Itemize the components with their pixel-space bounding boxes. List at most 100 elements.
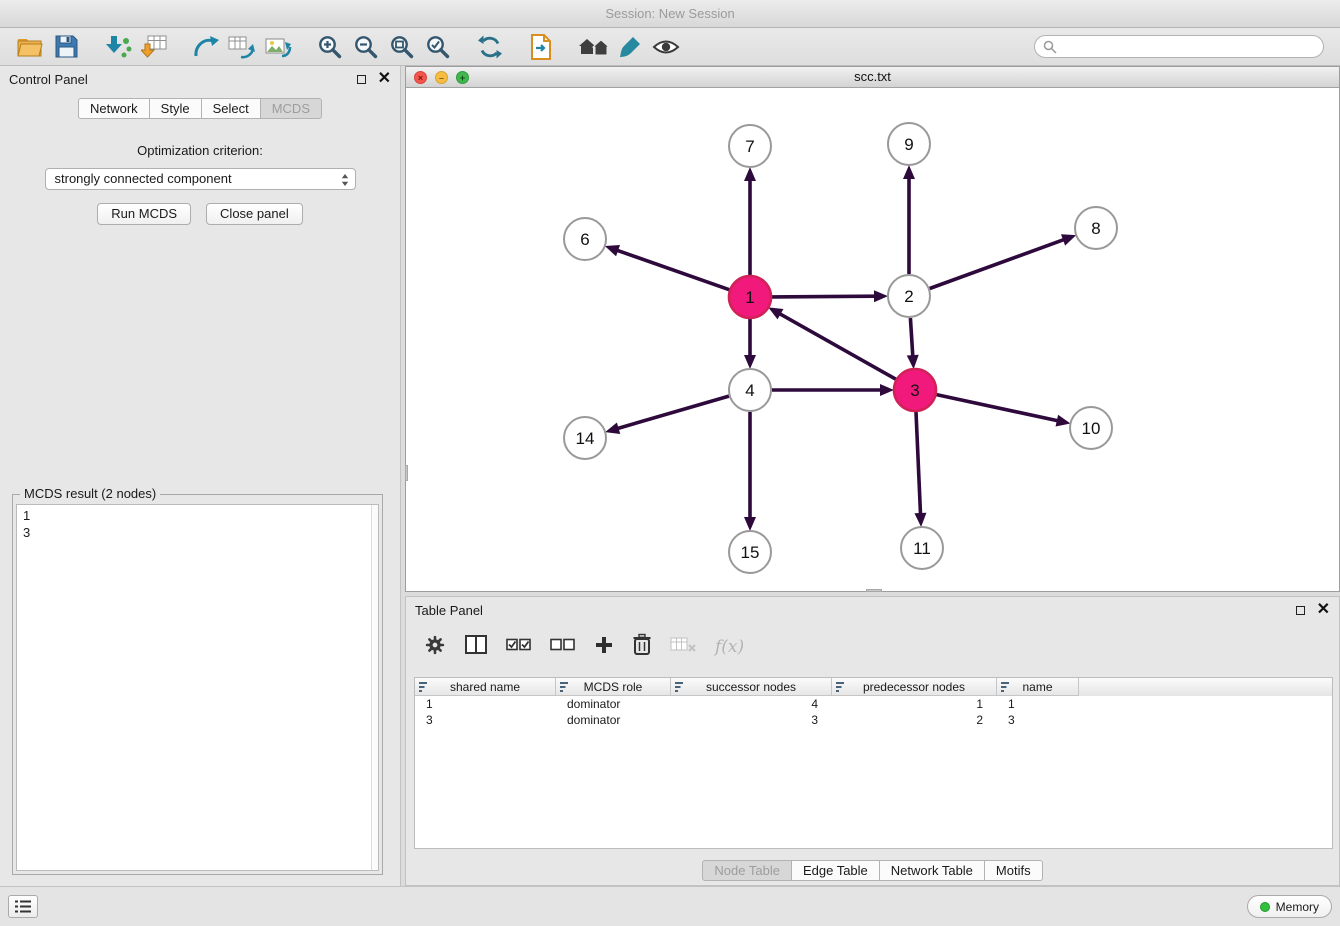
tab-node-table[interactable]: Node Table: [702, 860, 792, 881]
column-header-shared-name[interactable]: shared name: [415, 678, 556, 696]
float-panel-icon[interactable]: [357, 75, 366, 84]
column-header-label: shared name: [450, 680, 520, 694]
delete-row-button[interactable]: [633, 633, 651, 661]
tab-mcds[interactable]: MCDS: [261, 98, 322, 119]
tab-edge-table[interactable]: Edge Table: [792, 860, 880, 881]
export-image-button[interactable]: [260, 30, 296, 64]
open-file-button[interactable]: [12, 30, 48, 64]
status-bar: Memory: [0, 886, 1340, 926]
graph-edge-1-2[interactable]: [772, 296, 875, 297]
graph-edge-2-8[interactable]: [930, 240, 1064, 289]
network-window-titlebar[interactable]: × – + scc.txt: [406, 67, 1339, 88]
memory-button[interactable]: Memory: [1247, 895, 1332, 918]
zoom-out-button[interactable]: [348, 30, 384, 64]
column-header-label: successor nodes: [706, 680, 796, 694]
import-network-button[interactable]: [100, 30, 136, 64]
checked-boxes-icon: [506, 638, 531, 652]
graph-node-label: 1: [745, 288, 754, 307]
control-panel-header: Control Panel ✕: [0, 66, 400, 92]
graph-edge-1-6[interactable]: [617, 250, 729, 289]
splitter-grip-vertical[interactable]: [405, 465, 408, 481]
mcds-result-title: MCDS result (2 nodes): [20, 486, 160, 501]
graph-node-label: 9: [904, 135, 913, 154]
table-cell: 1: [415, 696, 556, 712]
home-button[interactable]: [576, 30, 612, 64]
graph-edge-2-3[interactable]: [910, 318, 912, 356]
graph-edge-3-11[interactable]: [916, 412, 921, 514]
table-row[interactable]: 1dominator411: [415, 696, 1332, 712]
task-history-button[interactable]: [8, 895, 38, 918]
mcds-result-groupbox: MCDS result (2 nodes) 13: [12, 494, 383, 875]
deselect-all-button[interactable]: [550, 638, 575, 657]
tab-network-table[interactable]: Network Table: [880, 860, 985, 881]
new-network-button[interactable]: [188, 30, 224, 64]
save-session-button[interactable]: [48, 30, 84, 64]
table-cell: 4: [671, 696, 832, 712]
network-table-button[interactable]: [224, 30, 260, 64]
tab-motifs[interactable]: Motifs: [985, 860, 1043, 881]
show-columns-button[interactable]: [465, 635, 487, 660]
search-input[interactable]: [1034, 35, 1324, 58]
graph-node-label: 11: [913, 539, 931, 558]
show-hide-graphics-button[interactable]: [648, 30, 684, 64]
graph-edge-3-1[interactable]: [780, 314, 896, 380]
optimization-criterion-select[interactable]: strongly connected component: [45, 168, 356, 190]
main-toolbar: [0, 28, 1340, 66]
zoom-in-button[interactable]: [312, 30, 348, 64]
graph-node-label: 8: [1091, 219, 1100, 238]
close-table-panel-icon[interactable]: ✕: [1317, 602, 1330, 618]
list-icon: [15, 900, 31, 913]
close-panel-button[interactable]: Close panel: [206, 203, 303, 225]
close-window-icon[interactable]: ×: [414, 71, 427, 84]
tab-style[interactable]: Style: [150, 98, 202, 119]
window-title: Session: New Session: [0, 0, 1340, 28]
mcds-result-list: 13: [16, 504, 379, 871]
select-all-button[interactable]: [506, 638, 531, 657]
tab-network[interactable]: Network: [78, 98, 150, 119]
graph-node-label: 6: [580, 230, 589, 249]
table-row[interactable]: 3dominator323: [415, 712, 1332, 728]
table-cell: 3: [671, 712, 832, 728]
zoom-fit-button[interactable]: [384, 30, 420, 64]
add-row-button[interactable]: [594, 635, 614, 660]
table-settings-button[interactable]: [424, 634, 446, 661]
column-header-name[interactable]: name: [997, 678, 1079, 696]
zoom-selected-button[interactable]: [420, 30, 456, 64]
table-panel-header: Table Panel ✕: [406, 597, 1339, 623]
first-neighbors-button[interactable]: [524, 30, 560, 64]
import-table-button[interactable]: [136, 30, 172, 64]
result-item[interactable]: 1: [17, 507, 378, 524]
column-header-predecessor-nodes[interactable]: predecessor nodes: [832, 678, 997, 696]
result-list-scrollbar[interactable]: [371, 505, 378, 870]
graph-edge-4-14[interactable]: [618, 396, 729, 428]
splitter-grip-horizontal[interactable]: [866, 589, 882, 592]
tab-select[interactable]: Select: [202, 98, 261, 119]
refresh-button[interactable]: [472, 30, 508, 64]
graph-node-label: 2: [904, 287, 913, 306]
column-header-successor-nodes[interactable]: successor nodes: [671, 678, 832, 696]
export-image-icon: [265, 35, 292, 59]
delete-table-icon: [670, 636, 696, 654]
search-icon: [1043, 40, 1057, 54]
result-item[interactable]: 3: [17, 524, 378, 541]
memory-status-icon: [1260, 902, 1270, 912]
graph-edge-3-10[interactable]: [937, 395, 1058, 421]
float-table-panel-icon[interactable]: [1296, 606, 1305, 615]
table-header-row: shared name MCDS role successor nodes prede…: [415, 678, 1332, 696]
optimization-criterion-label: Optimization criterion:: [0, 143, 400, 158]
table-tabs: Node TableEdge TableNetwork TableMotifs: [406, 860, 1339, 881]
column-header-label: predecessor nodes: [863, 680, 965, 694]
graph-node-label: 15: [741, 543, 760, 562]
memory-label: Memory: [1276, 900, 1319, 914]
maximize-window-icon[interactable]: +: [456, 71, 469, 84]
network-graph[interactable]: 7968124314101511: [406, 88, 1339, 591]
style-button[interactable]: [612, 30, 648, 64]
close-panel-icon[interactable]: ✕: [378, 71, 391, 87]
column-header-label: MCDS role: [584, 680, 643, 694]
run-mcds-button[interactable]: Run MCDS: [97, 203, 191, 225]
column-header-mcds-role[interactable]: MCDS role: [556, 678, 671, 696]
minimize-window-icon[interactable]: –: [435, 71, 448, 84]
network-view-window: × – + scc.txt 7968124314101511: [405, 66, 1340, 592]
delete-table-button[interactable]: [670, 636, 696, 659]
function-builder-button[interactable]: f(x): [715, 637, 744, 657]
